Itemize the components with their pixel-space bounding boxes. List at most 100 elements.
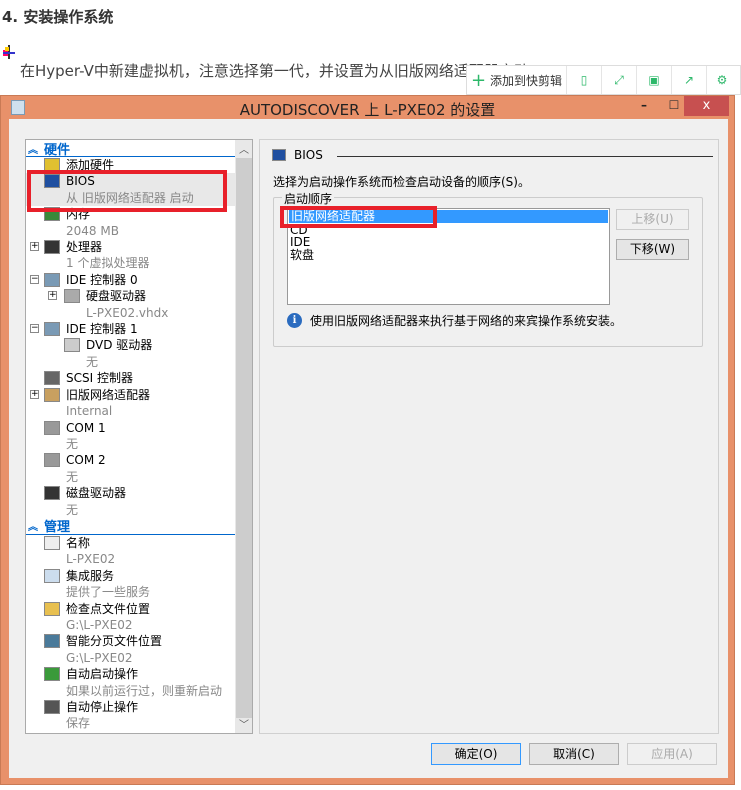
auto-stop-icon	[44, 700, 60, 714]
scroll-up-icon[interactable]: ︿	[235, 141, 252, 158]
gear-icon[interactable]: ⚙	[707, 66, 737, 94]
tree-item-detail: 保存	[66, 716, 91, 731]
move-down-button[interactable]: 下移(W)	[616, 239, 689, 260]
ide-controller-icon	[44, 272, 60, 287]
move-up-button[interactable]: 上移(U)	[616, 209, 689, 230]
tree-item-detail: 无	[66, 436, 79, 451]
section-management[interactable]: ︽ 管理	[26, 518, 235, 535]
tree-item[interactable]: 智能分页文件位置 G:\L-PXE02	[26, 633, 235, 666]
tree-item[interactable]: 磁盘驱动器无	[26, 485, 235, 518]
tree-item-label: IDE 控制器 1	[66, 322, 138, 337]
tree-item-label: SCSI 控制器	[66, 371, 133, 386]
boot-device-item[interactable]: 软盘	[288, 248, 609, 262]
boot-device-item[interactable]: IDE	[288, 236, 609, 249]
tree-item-detail: L-PXE02	[66, 552, 116, 567]
tree-item[interactable]: 自动停止操作 保存	[26, 699, 235, 732]
tree-item-label: DVD 驱动器	[86, 338, 153, 353]
tree-item-label: IDE 控制器 0	[66, 272, 138, 287]
tree-item-label: 集成服务	[66, 568, 115, 583]
tree-item[interactable]: DVD 驱动器无	[26, 337, 235, 370]
collapse-icon: ︽	[28, 522, 38, 534]
tree-item-label: 检查点文件位置	[66, 601, 151, 616]
tree-item[interactable]: SCSI 控制器	[26, 370, 235, 386]
info-icon: i	[287, 313, 302, 328]
collapse-icon: ︽	[28, 144, 38, 156]
tree-item-detail: 2048 MB	[66, 223, 119, 238]
expand-icon[interactable]: +	[48, 291, 57, 301]
smart-paging-icon	[44, 634, 60, 649]
tree-item-label: 磁盘驱动器	[66, 486, 127, 501]
section-hardware[interactable]: ︽ 硬件	[26, 140, 235, 158]
integration-services-icon	[44, 568, 60, 583]
ide-controller-icon	[44, 322, 60, 337]
window-title: AUTODISCOVER 上 L-PXE02 的设置	[239, 101, 496, 119]
cancel-button[interactable]: 取消(C)	[529, 743, 619, 765]
collapse-icon[interactable]: −	[30, 274, 39, 284]
dvd-icon	[64, 338, 80, 353]
expand-icon[interactable]: +	[30, 389, 39, 399]
tree-item[interactable]: + 处理器 1 个虚拟处理器	[26, 239, 235, 272]
add-to-clip-button[interactable]: + 添加到快剪辑	[467, 66, 567, 94]
expand-icon[interactable]: ⤢	[602, 66, 637, 94]
boot-order-description: 选择为启动操作系统而检查启动设备的顺序(S)。	[273, 175, 530, 189]
apply-button[interactable]: 应用(A)	[627, 743, 717, 765]
scsi-icon	[44, 371, 60, 386]
cursor-icon	[3, 45, 15, 59]
floppy-icon	[44, 486, 60, 501]
tree-item[interactable]: 集成服务提供了一些服务	[26, 568, 235, 601]
tree-item-detail: 如果以前运行过，则重新启动	[66, 683, 223, 698]
tree-scrollbar[interactable]: ︿ ﹀	[235, 140, 252, 733]
bios-icon	[272, 149, 286, 161]
divider	[337, 156, 713, 157]
com-port-icon	[44, 453, 60, 468]
checkpoint-folder-icon	[44, 601, 60, 616]
auto-start-icon	[44, 667, 60, 682]
ok-button[interactable]: 确定(O)	[431, 743, 521, 765]
scrollbar-thumb[interactable]	[236, 158, 252, 718]
tree-item-detail: Internal	[66, 404, 113, 419]
tree-item[interactable]: COM 1无	[26, 420, 235, 453]
bios-panel: BIOS 选择为启动操作系统而检查启动设备的顺序(S)。 启动顺序 旧版网络适配…	[259, 139, 719, 734]
network-adapter-icon	[44, 387, 60, 402]
tree-item[interactable]: + 硬盘驱动器 L-PXE02.vhdx	[26, 288, 235, 321]
hard-drive-icon	[64, 289, 80, 304]
collapse-icon[interactable]: −	[30, 324, 39, 334]
tree-item[interactable]: − IDE 控制器 0	[26, 272, 235, 288]
tree-item-detail: 1 个虚拟处理器	[66, 256, 150, 271]
tree-item-detail: G:\L-PXE02	[66, 650, 133, 665]
article-heading: 4. 安装操作系统	[2, 8, 114, 26]
settings-tree: ︽ 硬件 添加硬件 BIOS 从 旧版网络适配器 启动 内存 2048 MB + 处理器 1 个…	[25, 139, 253, 734]
highlight-box-bios	[27, 170, 227, 212]
com-port-icon	[44, 420, 60, 435]
tree-item-label: 智能分页文件位置	[66, 634, 163, 649]
plus-icon: +	[470, 69, 487, 91]
tree-item-label: 自动停止操作	[66, 700, 139, 714]
tree-item-label: COM 1	[66, 420, 106, 435]
tree-item-detail: 无	[86, 354, 99, 369]
tree-item-detail: L-PXE02.vhdx	[86, 305, 169, 320]
tree-item[interactable]: + 旧版网络适配器 Internal	[26, 387, 235, 420]
bios-section-header: BIOS	[272, 148, 713, 162]
scroll-down-icon[interactable]: ﹀	[235, 716, 252, 733]
tree-item[interactable]: − IDE 控制器 1	[26, 321, 235, 337]
tree-item-label: 旧版网络适配器	[66, 387, 151, 402]
save-icon[interactable]: ▣	[637, 66, 672, 94]
tree-item[interactable]: COM 2无	[26, 452, 235, 485]
tree-item-detail: 提供了一些服务	[66, 585, 151, 600]
highlight-box-network-adapter	[280, 206, 437, 228]
tree-item-label: 自动启动操作	[66, 667, 139, 682]
share-icon[interactable]: ↗	[672, 66, 707, 94]
tree-item[interactable]: 名称 L-PXE02	[26, 535, 235, 568]
tree-item-label: COM 2	[66, 453, 106, 468]
tree-item[interactable]: 检查点文件位置 G:\L-PXE02	[26, 601, 235, 634]
tree-item-label: 处理器	[66, 240, 103, 255]
name-icon	[44, 535, 60, 550]
expand-icon[interactable]: +	[30, 242, 39, 252]
tree-item-detail: G:\L-PXE02	[66, 617, 133, 632]
title-bar[interactable]: AUTODISCOVER 上 L-PXE02 的设置 – ☐ x	[1, 96, 734, 119]
tree-item[interactable]: 自动启动操作 如果以前运行过，则重新启动	[26, 666, 235, 699]
minimize-button[interactable]: –	[631, 98, 657, 116]
tree-item-label: 名称	[66, 535, 91, 550]
close-button[interactable]: x	[684, 96, 729, 116]
phone-icon[interactable]: ▯	[567, 66, 602, 94]
